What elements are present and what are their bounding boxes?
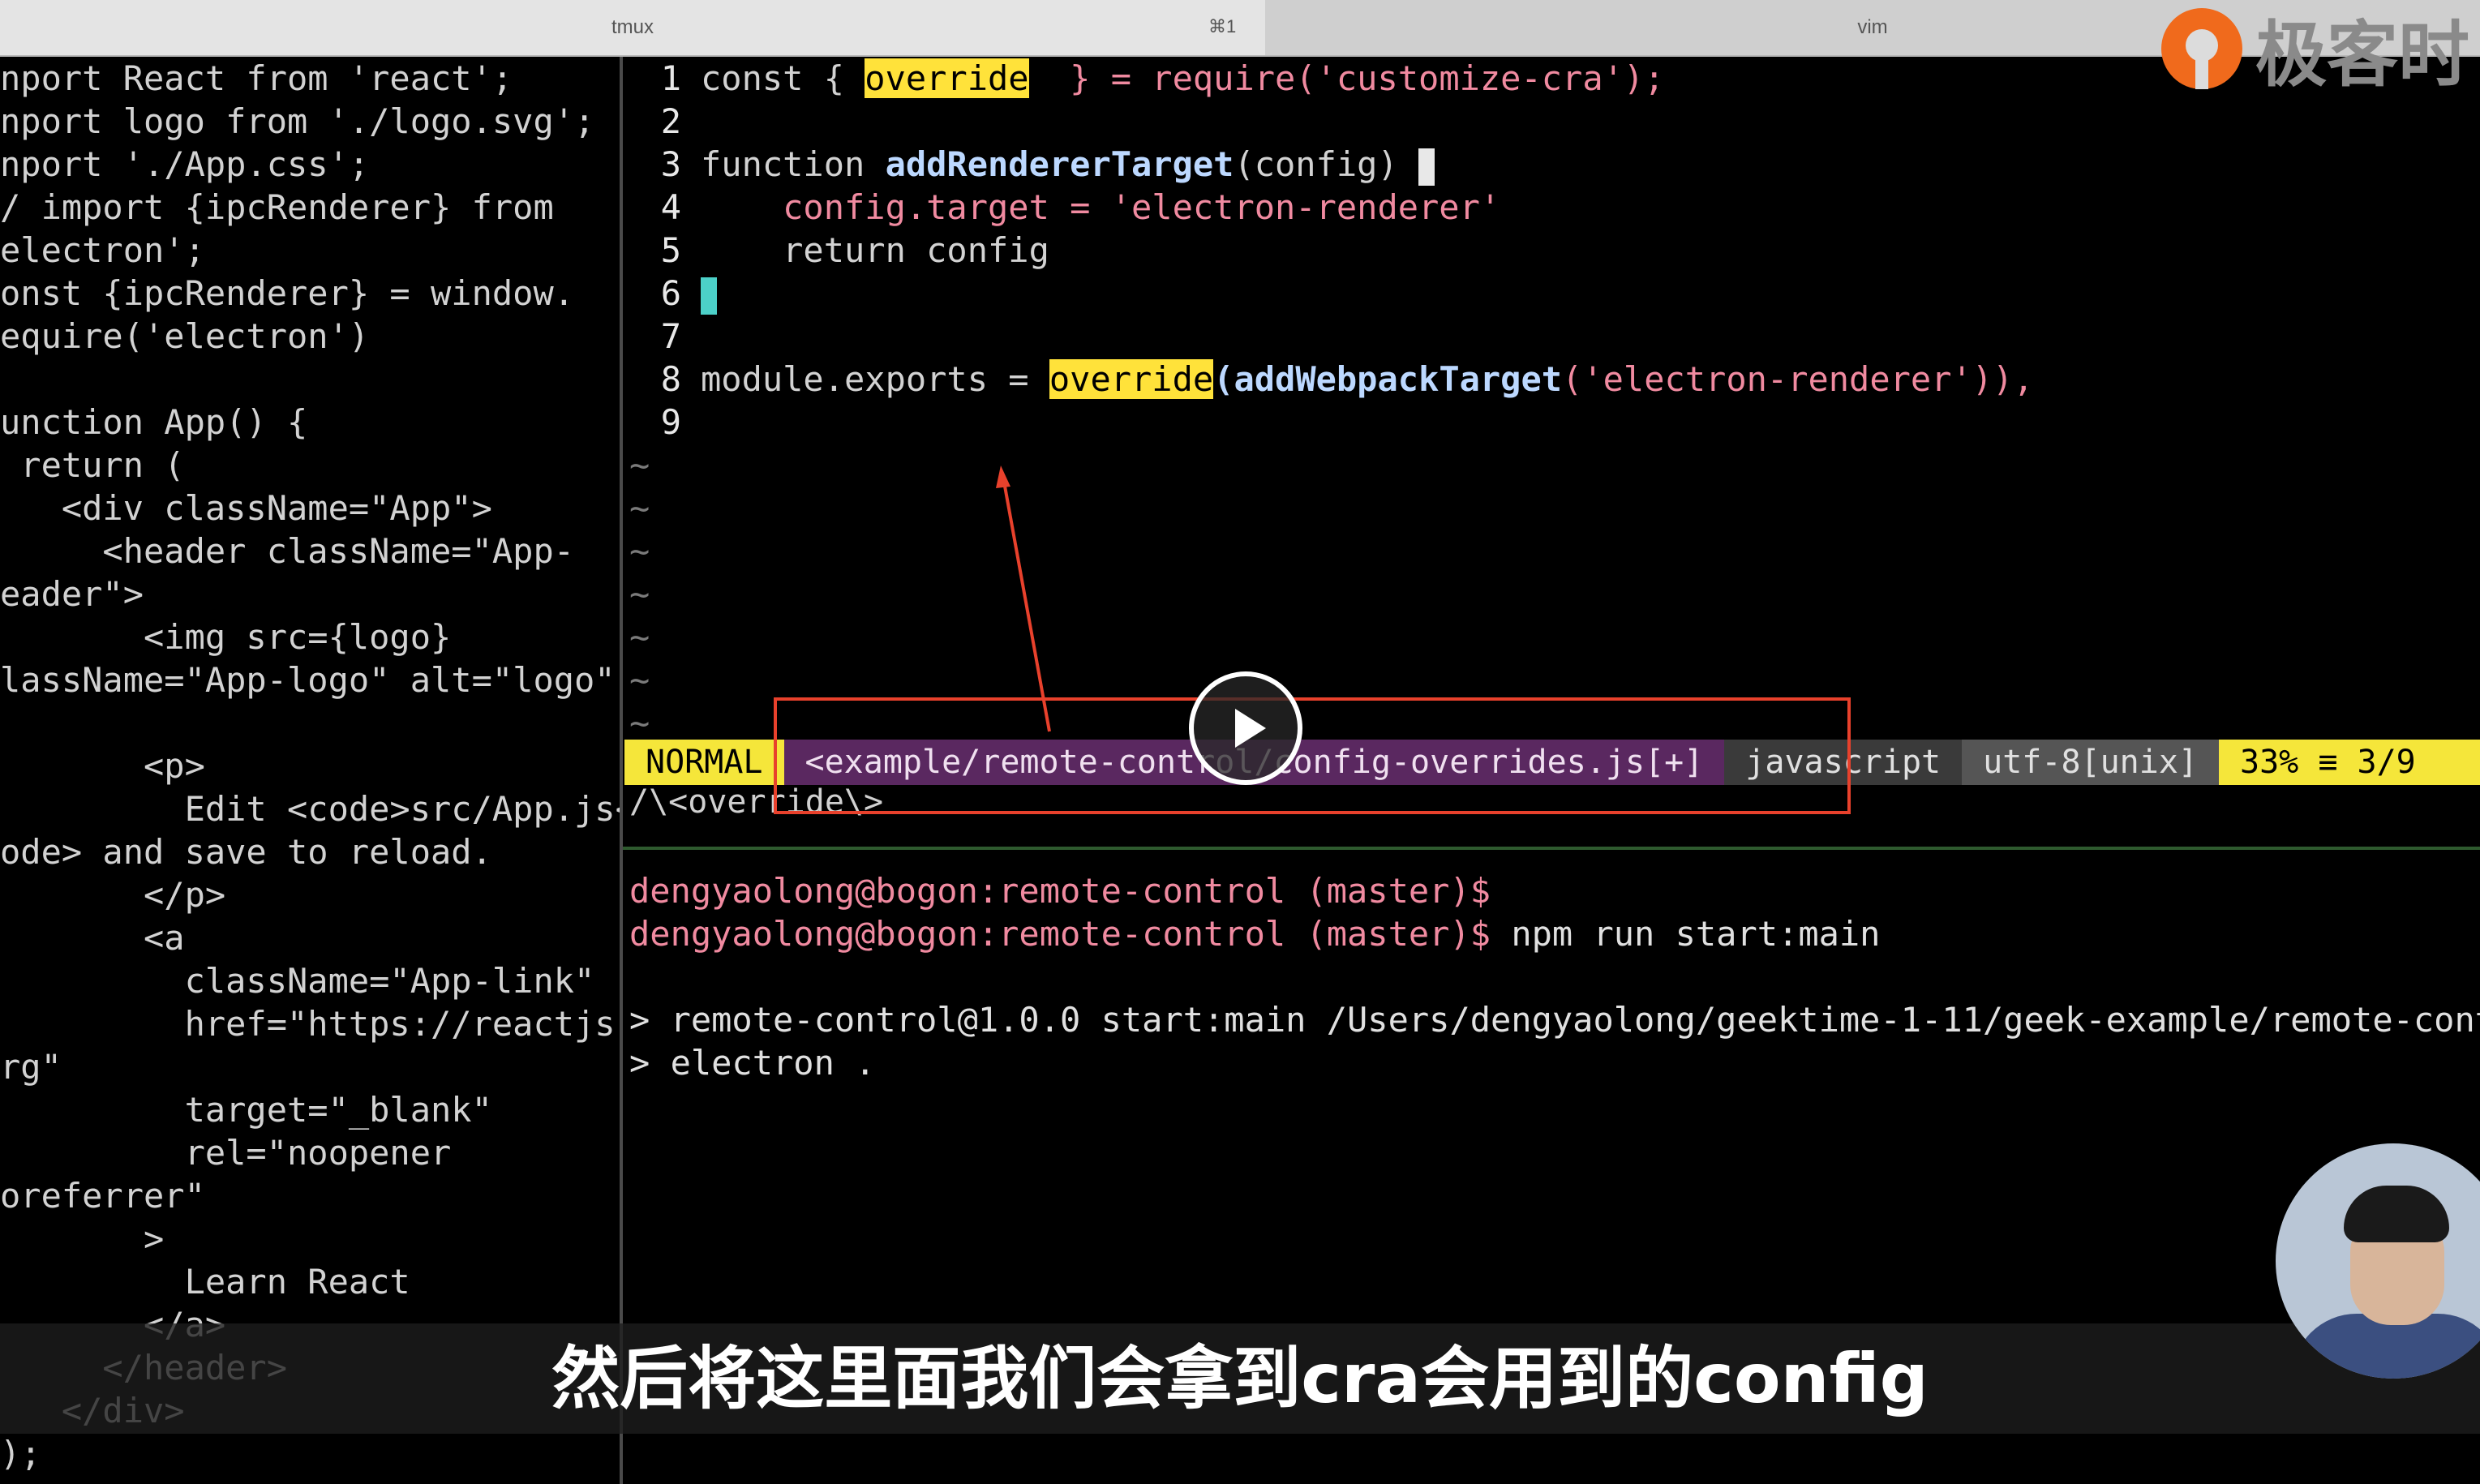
video-subtitle: 然后将这里面我们会拿到cra会用到的config [551,1339,1929,1418]
video-play-button[interactable] [1189,671,1302,785]
avatar-hair [2344,1186,2449,1242]
